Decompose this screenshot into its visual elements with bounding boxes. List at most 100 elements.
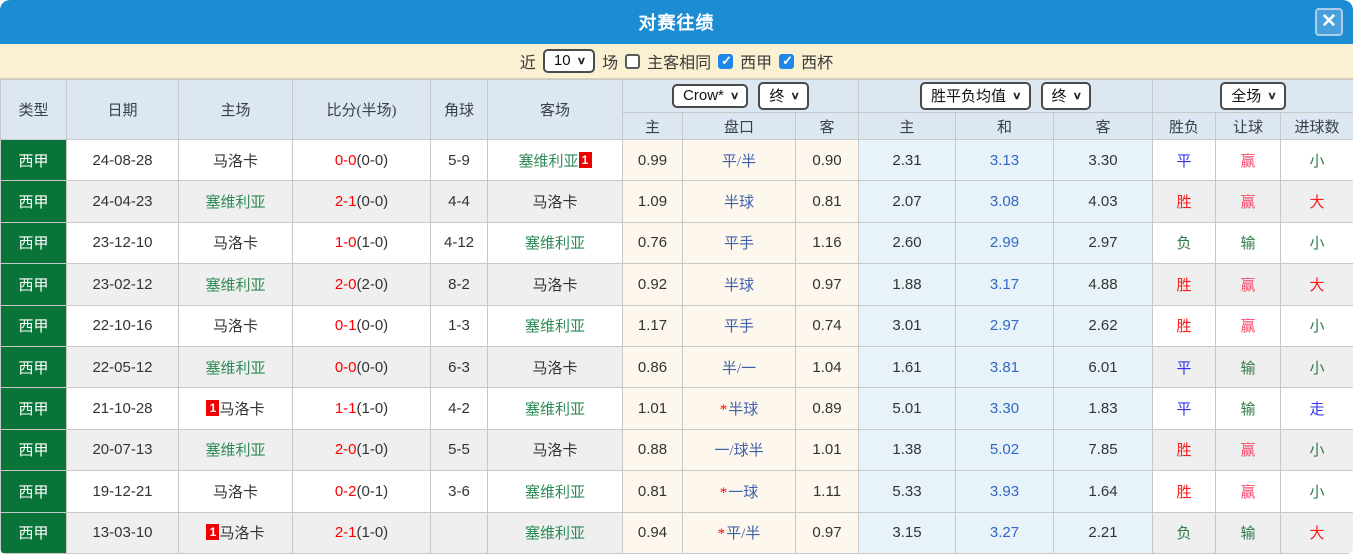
col-header-type: 类型	[0, 79, 67, 140]
corner-cell: 4-2	[430, 387, 488, 430]
handicap-home-odds-cell: 0.86	[622, 345, 683, 389]
handicap-home-odds-cell: 0.94	[622, 511, 683, 554]
table-row: 西甲 22-05-12 塞维利亚 0-0(0-0) 6-3 马洛卡 0.86 半/一 1.04 1…	[0, 345, 1353, 389]
match-count-value: 10	[553, 52, 571, 69]
sub-header-avg-draw: 和	[955, 112, 1054, 140]
handicap-away-odds-cell: 1.16	[795, 221, 859, 265]
sub-header-odds-away: 客	[795, 112, 859, 140]
halftime-score: (0-0)	[356, 151, 389, 169]
goals-result-cell: 小	[1279, 345, 1353, 389]
avg-draw-odds-cell: 3.81	[955, 345, 1054, 389]
avg-away-odds-cell: 6.01	[1053, 345, 1153, 389]
date-cell: 20-07-13	[66, 428, 179, 472]
match-count-select[interactable]: 10 ∨	[542, 49, 596, 73]
handicap-away-odds-cell: 0.89	[795, 387, 859, 430]
handicap-home-odds-cell: 1.01	[622, 387, 683, 430]
score-cell: 2-1(1-0)	[292, 511, 431, 554]
avg-away-odds-cell: 1.83	[1053, 387, 1153, 430]
fulltime-score: 2-0	[334, 441, 357, 459]
avg-draw-odds-cell: 3.93	[955, 470, 1054, 513]
avg-odds-select[interactable]: 胜平负均值 ∨	[919, 82, 1031, 110]
avg-home-odds-cell: 1.88	[858, 263, 956, 306]
odds-group-header: Crow* ∨ 终 ∨	[622, 79, 859, 113]
goals-result-cell: 小	[1279, 138, 1353, 182]
dialog-title-bar: 对赛往绩 ✕	[0, 0, 1353, 44]
home-team-cell: 1 马洛卡	[178, 511, 293, 554]
handicap-line-cell: 平手	[682, 221, 796, 265]
fulltime-score: 1-0	[334, 234, 357, 252]
avg-home-odds-cell: 5.01	[858, 387, 956, 430]
home-team-name: 马洛卡	[219, 526, 265, 543]
handicap-result-cell: 赢	[1215, 138, 1281, 182]
handicap-result-cell: 赢	[1215, 180, 1281, 223]
corner-cell: 4-4	[430, 180, 488, 223]
handicap-line-cell: *平/半	[682, 511, 796, 554]
date-cell: 22-10-16	[66, 304, 179, 347]
same-venue-checkbox[interactable]	[625, 53, 641, 69]
avg-draw-odds-cell: 5.02	[955, 428, 1054, 472]
odds-source-select[interactable]: Crow* ∨	[672, 84, 749, 108]
close-icon[interactable]: ✕	[1315, 8, 1343, 36]
away-team-cell: 马洛卡	[487, 428, 623, 472]
corner-cell	[430, 511, 488, 554]
away-team-name: 塞维利亚	[524, 236, 585, 253]
handicap-line-cell: 半/一	[682, 345, 796, 389]
handicap-home-odds-cell: 0.92	[622, 263, 683, 306]
sub-header-odds-home: 主	[622, 112, 683, 140]
avg-away-odds-cell: 2.97	[1053, 221, 1153, 265]
league-cell: 西甲	[0, 180, 67, 223]
avg-home-odds-cell: 1.38	[858, 428, 956, 472]
col-header-away: 客场	[487, 79, 623, 140]
col-header-corner: 角球	[430, 79, 488, 140]
cup-checkbox[interactable]	[779, 53, 795, 69]
away-team-name: 塞维利亚	[524, 484, 585, 501]
handicap-home-odds-cell: 0.81	[622, 470, 683, 513]
league-cell: 西甲	[0, 387, 67, 430]
corner-cell: 5-5	[430, 428, 488, 472]
handicap-home-odds-cell: 1.17	[622, 304, 683, 347]
avg-draw-odds-cell: 3.27	[955, 511, 1054, 554]
goals-result-cell: 小	[1279, 470, 1353, 513]
league-cell: 西甲	[0, 304, 67, 347]
away-team-name: 塞维利亚	[524, 319, 585, 336]
avg-final-select[interactable]: 终 ∨	[1040, 82, 1092, 110]
history-table-body: 西甲 24-08-28 马洛卡 0-0(0-0) 5-9 塞维利亚 1 0.99 平/半 0.90…	[0, 138, 1353, 554]
chevron-down-icon: ∨	[1072, 89, 1083, 102]
league-cell: 西甲	[0, 428, 67, 472]
handicap-away-odds-cell: 1.04	[795, 345, 859, 389]
away-team-cell: 塞维利亚	[487, 304, 623, 347]
handicap-away-odds-cell: 0.90	[795, 138, 859, 182]
halftime-score: (0-0)	[356, 193, 389, 211]
league-cell: 西甲	[0, 511, 67, 554]
handicap-home-odds-cell: 0.88	[622, 428, 683, 472]
chevron-down-icon: ∨	[729, 89, 740, 102]
away-team-name: 马洛卡	[532, 195, 578, 212]
chevron-down-icon: ∨	[790, 89, 800, 102]
date-cell: 13-03-10	[66, 511, 179, 554]
result-group-header: 全场 ∨	[1151, 79, 1353, 113]
head-to-head-table: 类型 日期 主场 比分(半场) 角球 客场 Crow* ∨ 终 ∨ 胜平负均值 …	[0, 79, 1353, 554]
date-cell: 23-02-12	[66, 263, 179, 306]
fulltime-score: 0-1	[334, 317, 357, 335]
head-to-head-dialog: 对赛往绩 ✕ 近 10 ∨ 场 主客相同 西甲 西杯 类型 日期 主场 比分(半…	[0, 0, 1353, 554]
date-cell: 23-12-10	[66, 221, 179, 265]
handicap-away-odds-cell: 1.01	[795, 428, 859, 472]
league-checkbox[interactable]	[718, 53, 734, 69]
avg-away-odds-cell: 1.64	[1053, 470, 1153, 513]
odds-final-select[interactable]: 终 ∨	[758, 82, 809, 110]
scope-select[interactable]: 全场 ∨	[1220, 82, 1286, 110]
handicap-away-odds-cell: 1.11	[795, 470, 859, 513]
fulltime-score: 0-2	[334, 482, 357, 500]
handicap-line-cell: *一球	[682, 470, 796, 513]
corner-cell: 6-3	[430, 345, 488, 389]
goals-result-cell: 大	[1279, 511, 1353, 554]
date-cell: 21-10-28	[66, 387, 179, 430]
handicap-line-cell: *半球	[682, 387, 796, 430]
handicap-star: *	[717, 526, 726, 543]
home-team-name: 马洛卡	[219, 402, 265, 419]
handicap-result-cell: 输	[1215, 345, 1281, 389]
avg-draw-odds-cell: 2.97	[955, 304, 1054, 347]
handicap-line-cell: 一/球半	[682, 428, 796, 472]
avg-group-header: 胜平负均值 ∨ 终 ∨	[858, 79, 1153, 113]
handicap-star: *	[719, 402, 728, 419]
